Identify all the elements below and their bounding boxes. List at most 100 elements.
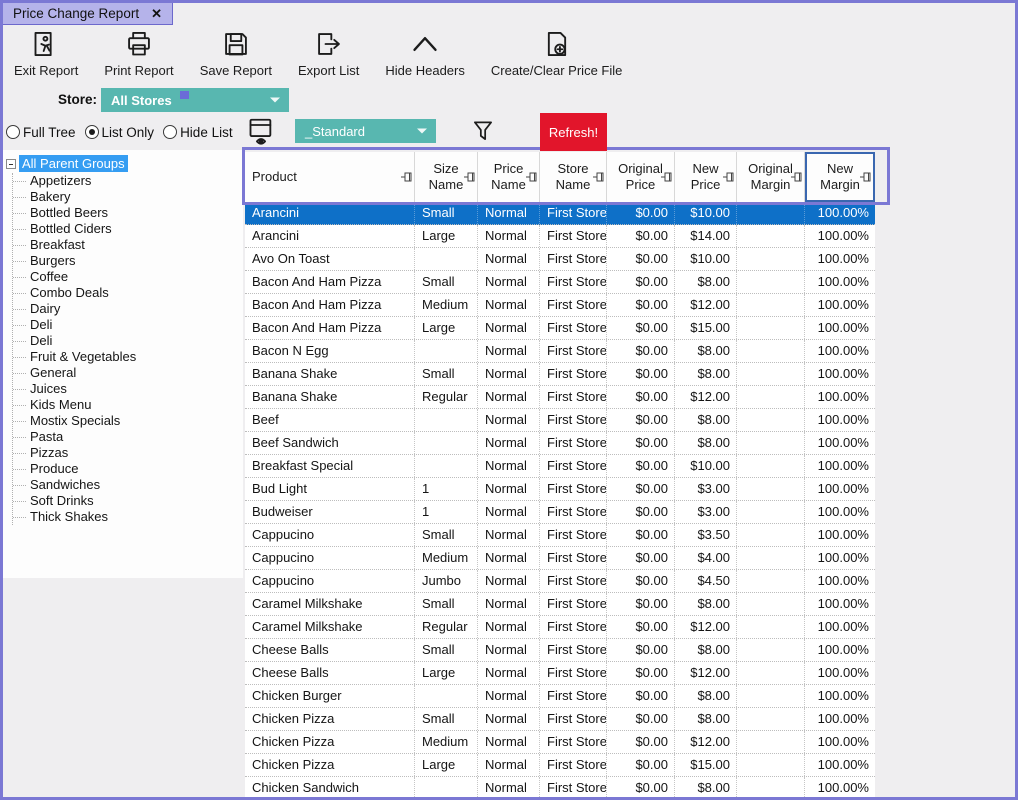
refresh-button[interactable]: Refresh! [540, 113, 607, 151]
table-cell: First Store [540, 432, 607, 454]
table-row[interactable]: CappucinoSmallNormalFirst Store$0.00$3.5… [245, 524, 875, 547]
tree-item[interactable]: Dairy [30, 301, 136, 317]
tree-item[interactable]: Bottled Ciders [30, 221, 136, 237]
hide-headers-button[interactable]: Hide Headers [381, 28, 469, 80]
radio-full-tree[interactable]: Full Tree [6, 125, 76, 140]
table-row[interactable]: Bacon And Ham PizzaSmallNormalFirst Stor… [245, 271, 875, 294]
tree-item[interactable]: Deli [30, 333, 136, 349]
create-clear-price-file-button[interactable]: Create/Clear Price File [487, 28, 627, 80]
table-body: AranciniSmallNormalFirst Store$0.00$10.0… [245, 202, 875, 800]
column-header[interactable]: Price Name [478, 152, 540, 202]
store-dropdown[interactable]: All Stores [101, 88, 289, 112]
filter-button[interactable] [470, 118, 496, 149]
table-cell: First Store [540, 754, 607, 776]
column-header[interactable]: New Price [675, 152, 737, 202]
table-row[interactable]: Banana ShakeSmallNormalFirst Store$0.00$… [245, 363, 875, 386]
tree-item[interactable]: Produce [30, 461, 136, 477]
table-row[interactable]: Beef SandwichNormalFirst Store$0.00$8.00… [245, 432, 875, 455]
table-row[interactable]: Bacon And Ham PizzaLargeNormalFirst Stor… [245, 317, 875, 340]
table-cell [737, 777, 805, 799]
table-row[interactable]: Cheese BallsLargeNormalFirst Store$0.00$… [245, 662, 875, 685]
table-cell: 100.00% [805, 685, 875, 707]
table-cell: $0.00 [607, 685, 675, 707]
tree-item[interactable]: Thick Shakes [30, 509, 136, 525]
table-row[interactable]: BeefNormalFirst Store$0.00$8.00100.00% [245, 409, 875, 432]
table-row[interactable]: Chicken PizzaMediumNormalFirst Store$0.0… [245, 731, 875, 754]
print-report-button[interactable]: Print Report [100, 28, 177, 80]
tree-item[interactable]: Juices [30, 381, 136, 397]
save-report-button[interactable]: Save Report [196, 28, 276, 80]
table-row[interactable]: Avo On ToastNormalFirst Store$0.00$10.00… [245, 248, 875, 271]
table-row[interactable]: Chicken SandwichNormalFirst Store$0.00$8… [245, 777, 875, 800]
table-row[interactable]: CappucinoMediumNormalFirst Store$0.00$4.… [245, 547, 875, 570]
tree-item[interactable]: Burgers [30, 253, 136, 269]
tree-item[interactable]: Deli [30, 317, 136, 333]
tree-item[interactable]: Appetizers [30, 173, 136, 189]
tree-item[interactable]: Fruit & Vegetables [30, 349, 136, 365]
tree-root-item[interactable]: All Parent Groups [6, 155, 128, 172]
table-cell: $4.00 [675, 547, 737, 569]
tree-item[interactable]: Kids Menu [30, 397, 136, 413]
tree-item[interactable]: Breakfast [30, 237, 136, 253]
table-cell: First Store [540, 616, 607, 638]
column-header[interactable]: Store Name [540, 152, 607, 202]
column-header[interactable]: Product [245, 152, 415, 202]
pin-icon[interactable] [661, 172, 672, 183]
table-cell: $0.00 [607, 570, 675, 592]
table-cell: 100.00% [805, 225, 875, 247]
column-header[interactable]: Size Name [415, 152, 478, 202]
table-row[interactable]: Chicken PizzaSmallNormalFirst Store$0.00… [245, 708, 875, 731]
tree-item[interactable]: Combo Deals [30, 285, 136, 301]
table-row[interactable]: Bacon N EggNormalFirst Store$0.00$8.0010… [245, 340, 875, 363]
radio-list-only[interactable]: List Only [85, 125, 155, 140]
table-cell: First Store [540, 294, 607, 316]
column-header-label: New Margin [820, 161, 860, 194]
tree-item[interactable]: Coffee [30, 269, 136, 285]
table-row[interactable]: CappucinoJumboNormalFirst Store$0.00$4.5… [245, 570, 875, 593]
table-row[interactable]: Caramel MilkshakeRegularNormalFirst Stor… [245, 616, 875, 639]
table-cell: Cappucino [245, 547, 415, 569]
pin-icon[interactable] [526, 172, 537, 183]
table-row[interactable]: Bud Light1NormalFirst Store$0.00$3.00100… [245, 478, 875, 501]
table-row[interactable]: AranciniLargeNormalFirst Store$0.00$14.0… [245, 225, 875, 248]
table-cell [737, 547, 805, 569]
collapse-minus-icon[interactable] [6, 159, 16, 169]
column-header[interactable]: New Margin [805, 152, 875, 202]
column-header[interactable]: Original Margin [737, 152, 805, 202]
table-row[interactable]: AranciniSmallNormalFirst Store$0.00$10.0… [245, 202, 875, 225]
pin-icon[interactable] [464, 172, 475, 183]
table-row[interactable]: Cheese BallsSmallNormalFirst Store$0.00$… [245, 639, 875, 662]
tree-item[interactable]: Pizzas [30, 445, 136, 461]
view-columns-button[interactable] [247, 116, 275, 153]
pin-icon[interactable] [593, 172, 604, 183]
close-icon[interactable]: ✕ [151, 6, 162, 22]
export-list-button[interactable]: Export List [294, 28, 363, 80]
tree-item[interactable]: Pasta [30, 429, 136, 445]
tree-item[interactable]: Mostix Specials [30, 413, 136, 429]
tree-item[interactable]: Bottled Beers [30, 205, 136, 221]
table-cell: $0.00 [607, 386, 675, 408]
pin-icon[interactable] [791, 172, 802, 183]
exit-report-button[interactable]: Exit Report [10, 28, 82, 80]
table-row[interactable]: Budweiser1NormalFirst Store$0.00$3.00100… [245, 501, 875, 524]
table-cell: $0.00 [607, 547, 675, 569]
pin-icon[interactable] [723, 172, 734, 183]
tab-price-change-report[interactable]: Price Change Report ✕ [2, 2, 173, 25]
column-header[interactable]: Original Price [607, 152, 675, 202]
tree-item[interactable]: General [30, 365, 136, 381]
pin-icon[interactable] [860, 172, 871, 183]
tree-item[interactable]: Bakery [30, 189, 136, 205]
pin-icon[interactable] [401, 172, 412, 183]
table-row[interactable]: Chicken PizzaLargeNormalFirst Store$0.00… [245, 754, 875, 777]
table-row[interactable]: Chicken BurgerNormalFirst Store$0.00$8.0… [245, 685, 875, 708]
tree-item[interactable]: Sandwiches [30, 477, 136, 493]
table-row[interactable]: Breakfast SpecialNormalFirst Store$0.00$… [245, 455, 875, 478]
tree-item[interactable]: Soft Drinks [30, 493, 136, 509]
table-row[interactable]: Caramel MilkshakeSmallNormalFirst Store$… [245, 593, 875, 616]
table-row[interactable]: Bacon And Ham PizzaMediumNormalFirst Sto… [245, 294, 875, 317]
table-row[interactable]: Banana ShakeRegularNormalFirst Store$0.0… [245, 386, 875, 409]
table-cell: $0.00 [607, 639, 675, 661]
radio-hide-list[interactable]: Hide List [163, 125, 233, 140]
printer-icon [125, 30, 153, 58]
layout-dropdown[interactable]: _Standard [295, 119, 436, 143]
